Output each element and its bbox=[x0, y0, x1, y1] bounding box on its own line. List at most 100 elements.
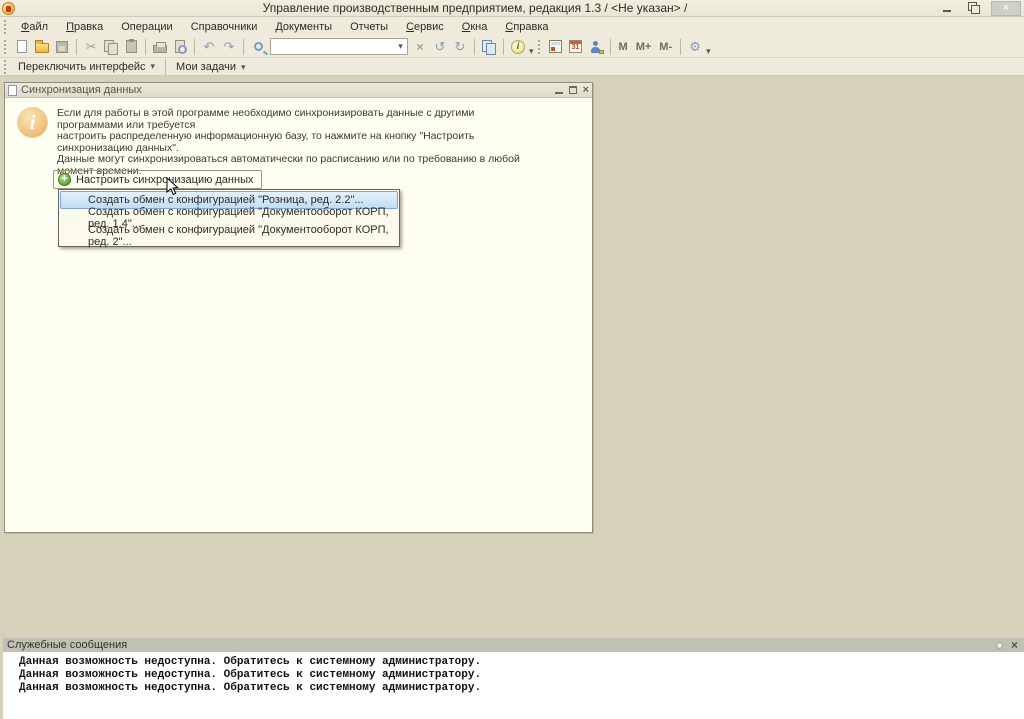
paste-button[interactable] bbox=[121, 38, 141, 56]
switch-interface-dropdown-icon: ▾ bbox=[151, 61, 156, 72]
paste-icon bbox=[126, 40, 137, 53]
setup-sync-button[interactable]: + Настроить синхронизацию данных bbox=[53, 170, 262, 189]
print-preview-button[interactable] bbox=[170, 38, 190, 56]
switch-interface-button[interactable]: Переключить интерфейс ▾ bbox=[12, 59, 161, 75]
window-title: Управление производственным предприятием… bbox=[15, 1, 935, 15]
menu-help[interactable]: Справка bbox=[496, 19, 557, 35]
find-next-icon: ↻ bbox=[455, 40, 466, 53]
service-messages-list: Данная возможность недоступна. Обратитес… bbox=[3, 652, 1024, 695]
calendar-button[interactable]: 31 bbox=[566, 38, 586, 56]
search-button[interactable] bbox=[248, 38, 268, 56]
save-disk-icon bbox=[56, 41, 68, 53]
menu-operations[interactable]: Операции bbox=[112, 19, 181, 35]
interface-toolbar: Переключить интерфейс ▾ Мои задачи ▾ bbox=[0, 58, 1024, 76]
dialog-close-button[interactable]: × bbox=[583, 86, 589, 95]
my-tasks-button[interactable]: Мои задачи ▾ bbox=[170, 59, 251, 75]
menu-catalogs[interactable]: Справочники bbox=[182, 19, 267, 35]
information-icon: i bbox=[17, 107, 48, 138]
combobox-dropdown-icon[interactable]: ▾ bbox=[394, 39, 407, 54]
search-combobox[interactable]: ▾ bbox=[270, 38, 408, 55]
user-permissions-button[interactable] bbox=[586, 38, 606, 56]
close-button[interactable]: × bbox=[991, 1, 1021, 16]
undo-button[interactable]: ↶ bbox=[199, 38, 219, 56]
memory-add-button[interactable]: M+ bbox=[632, 41, 656, 53]
open-windows-button[interactable] bbox=[479, 38, 499, 56]
memory-recall-button[interactable]: M bbox=[615, 41, 632, 53]
menu-documents[interactable]: Документы bbox=[266, 19, 341, 35]
toolbar-separator bbox=[76, 39, 77, 55]
application-window: Управление производственным предприятием… bbox=[0, 0, 1024, 719]
app-logo-1c-icon bbox=[2, 2, 15, 15]
print-button[interactable] bbox=[150, 38, 170, 56]
find-previous-icon: ↺ bbox=[435, 40, 446, 53]
window-controls: × bbox=[935, 1, 1021, 16]
service-messages-title: Служебные сообщения bbox=[7, 639, 127, 651]
workspace: Синхронизация данных × i Если для работы… bbox=[0, 76, 1024, 638]
cut-button[interactable]: ✂ bbox=[81, 38, 101, 56]
menu-windows[interactable]: Окна bbox=[453, 19, 497, 35]
copy-icon bbox=[104, 40, 118, 54]
print-icon bbox=[153, 45, 167, 53]
find-previous-button[interactable]: ↺ bbox=[430, 38, 450, 56]
messages-close-icon[interactable]: × bbox=[1011, 640, 1018, 650]
sync-dialog-body: i Если для работы в этой программе необх… bbox=[5, 98, 592, 532]
service-message[interactable]: Данная возможность недоступна. Обратитес… bbox=[19, 669, 1024, 682]
menu-edit[interactable]: Правка bbox=[57, 19, 112, 35]
restore-button[interactable] bbox=[963, 1, 987, 16]
toolbar-separator bbox=[194, 39, 195, 55]
service-messages-header: Служебные сообщения × bbox=[3, 638, 1024, 652]
save-button[interactable] bbox=[52, 38, 72, 56]
sync-dialog-titlebar[interactable]: Синхронизация данных × bbox=[5, 83, 592, 98]
clear-search-icon: × bbox=[416, 41, 423, 53]
plus-icon: + bbox=[58, 173, 71, 186]
service-message[interactable]: Данная возможность недоступна. Обратитес… bbox=[19, 656, 1024, 669]
new-document-icon bbox=[17, 40, 27, 53]
clear-search-button[interactable]: × bbox=[410, 38, 430, 56]
settings-dropdown-icon[interactable]: ▾ bbox=[706, 46, 711, 57]
copy-button[interactable] bbox=[101, 38, 121, 56]
title-bar: Управление производственным предприятием… bbox=[0, 0, 1024, 17]
toolbar-grip[interactable] bbox=[4, 60, 9, 74]
cut-icon: ✂ bbox=[86, 40, 97, 53]
open-button[interactable] bbox=[32, 38, 52, 56]
calculator-button[interactable] bbox=[546, 38, 566, 56]
toolbar-separator bbox=[503, 39, 504, 55]
redo-button[interactable]: ↷ bbox=[219, 38, 239, 56]
setup-sync-button-label: Настроить синхронизацию данных bbox=[76, 174, 253, 186]
sync-dropdown-menu: Создать обмен с конфигурацией "Розница, … bbox=[58, 189, 400, 247]
toolbar-separator bbox=[145, 39, 146, 55]
toolbar-grip[interactable] bbox=[538, 40, 543, 54]
minimize-button[interactable] bbox=[935, 1, 959, 16]
search-input[interactable] bbox=[271, 40, 394, 53]
dialog-maximize-button[interactable] bbox=[569, 86, 577, 94]
menu-file[interactable]: Файл bbox=[12, 19, 57, 35]
windows-stack-icon bbox=[482, 40, 496, 54]
document-icon bbox=[8, 85, 17, 96]
toolbar-grip[interactable] bbox=[4, 40, 9, 54]
new-document-button[interactable] bbox=[12, 38, 32, 56]
settings-wrench-icon: ⚙ bbox=[689, 40, 701, 53]
menu-service[interactable]: Сервис bbox=[397, 19, 453, 35]
sync-info-line: Если для работы в этой программе необход… bbox=[57, 108, 537, 131]
menu-bar: Файл Правка Операции Справочники Докумен… bbox=[0, 17, 1024, 36]
info-dropdown-icon[interactable]: ▾ bbox=[529, 46, 534, 57]
toolbar-separator bbox=[165, 59, 166, 75]
sync-dialog-title: Синхронизация данных bbox=[21, 84, 555, 96]
toolbar-grip[interactable] bbox=[4, 20, 9, 34]
info-button[interactable]: i bbox=[508, 38, 528, 56]
menu-reports[interactable]: Отчеты bbox=[341, 19, 397, 35]
dialog-minimize-button[interactable] bbox=[555, 87, 563, 94]
search-icon bbox=[254, 42, 263, 51]
sync-dialog: Синхронизация данных × i Если для работы… bbox=[4, 82, 593, 533]
calendar-icon: 31 bbox=[569, 40, 582, 53]
lock-icon bbox=[599, 50, 604, 54]
service-settings-button[interactable]: ⚙ bbox=[685, 38, 705, 56]
find-next-button[interactable]: ↻ bbox=[450, 38, 470, 56]
pin-icon[interactable] bbox=[996, 642, 1003, 649]
sync-info-text: Если для работы в этой программе необход… bbox=[57, 108, 537, 177]
service-message[interactable]: Данная возможность недоступна. Обратитес… bbox=[19, 682, 1024, 695]
memory-subtract-button[interactable]: M- bbox=[655, 41, 676, 53]
menu-item-create-exchange-docflow-2[interactable]: Создать обмен с конфигурацией "Документо… bbox=[60, 227, 398, 245]
calculator-icon bbox=[549, 40, 562, 53]
user-lock-icon bbox=[589, 40, 603, 54]
